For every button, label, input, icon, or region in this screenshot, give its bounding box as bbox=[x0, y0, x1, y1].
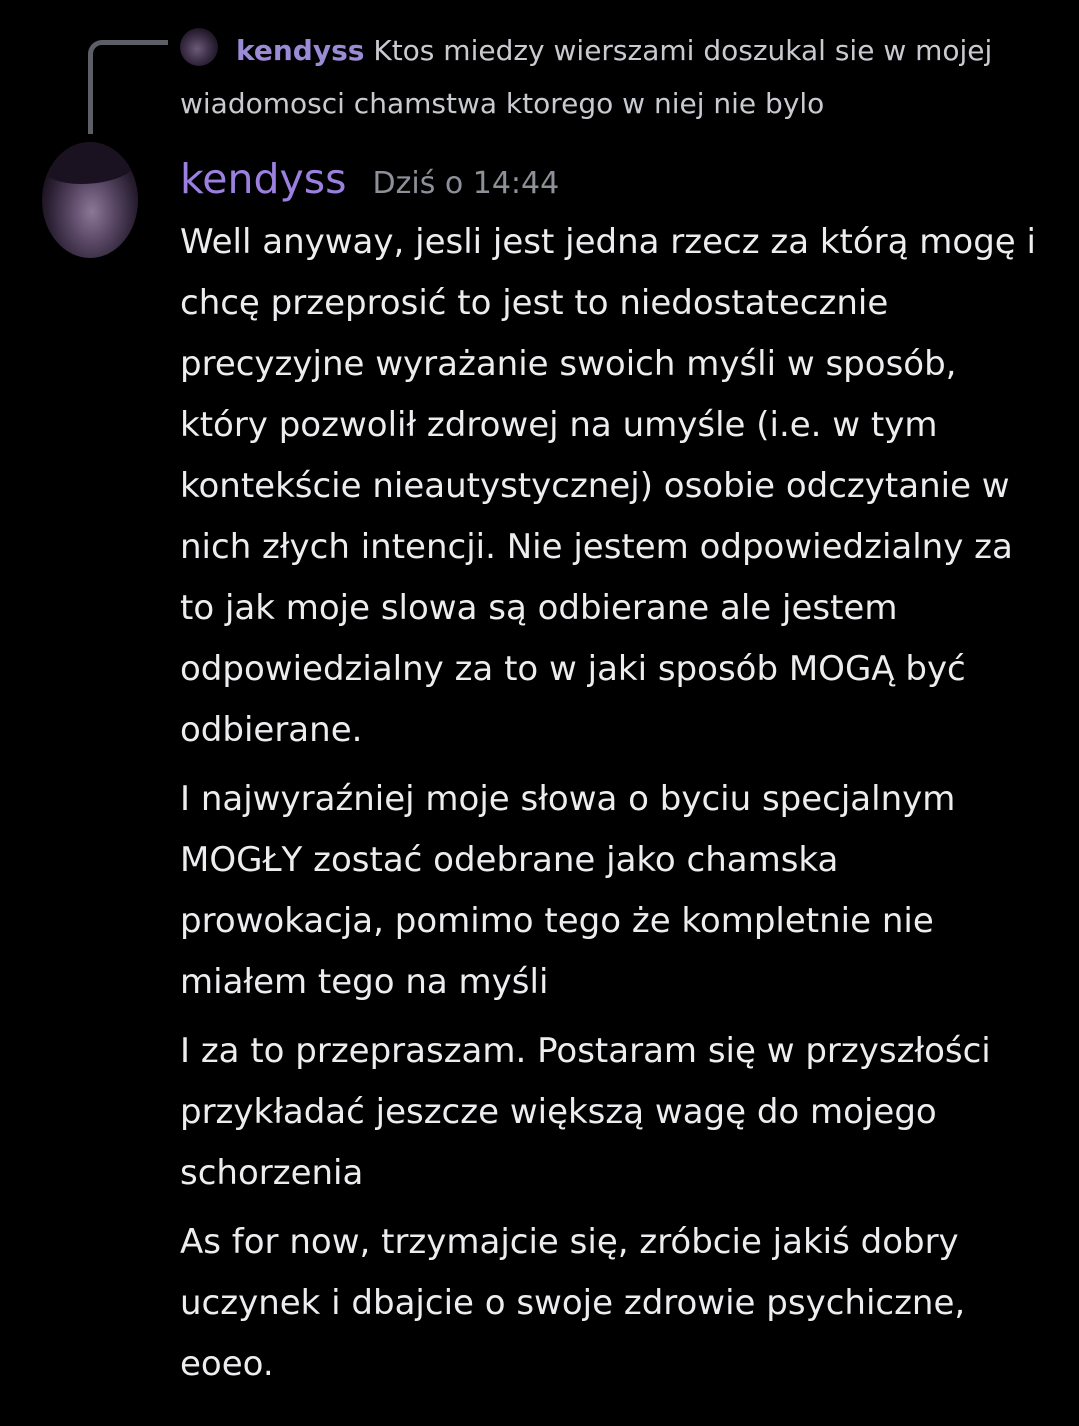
message-paragraph: I za to przepraszam. Postaram się w przy… bbox=[180, 1031, 991, 1193]
reply-preview[interactable]: kendyss Ktos miedzy wierszami doszukal s… bbox=[180, 24, 1040, 130]
message-timestamp: Dziś o 14:44 bbox=[372, 166, 560, 201]
author-name[interactable]: kendyss bbox=[180, 155, 347, 203]
message-header: kendyss Dziś o 14:44 bbox=[180, 155, 559, 211]
author-avatar[interactable] bbox=[42, 142, 138, 258]
avatar-hair-shape bbox=[42, 142, 138, 184]
reply-connector-line bbox=[88, 40, 168, 134]
message-content: Well anyway, jesli jest jedna rzecz za k… bbox=[180, 212, 1050, 1403]
message-paragraph: Well anyway, jesli jest jedna rzecz za k… bbox=[180, 222, 1036, 750]
message-paragraph: As for now, trzymajcie się, zróbcie jaki… bbox=[180, 1222, 966, 1384]
reply-author-name[interactable]: kendyss bbox=[236, 34, 364, 67]
message-paragraph: I najwyraźniej moje słowa o byciu specja… bbox=[180, 779, 956, 1002]
